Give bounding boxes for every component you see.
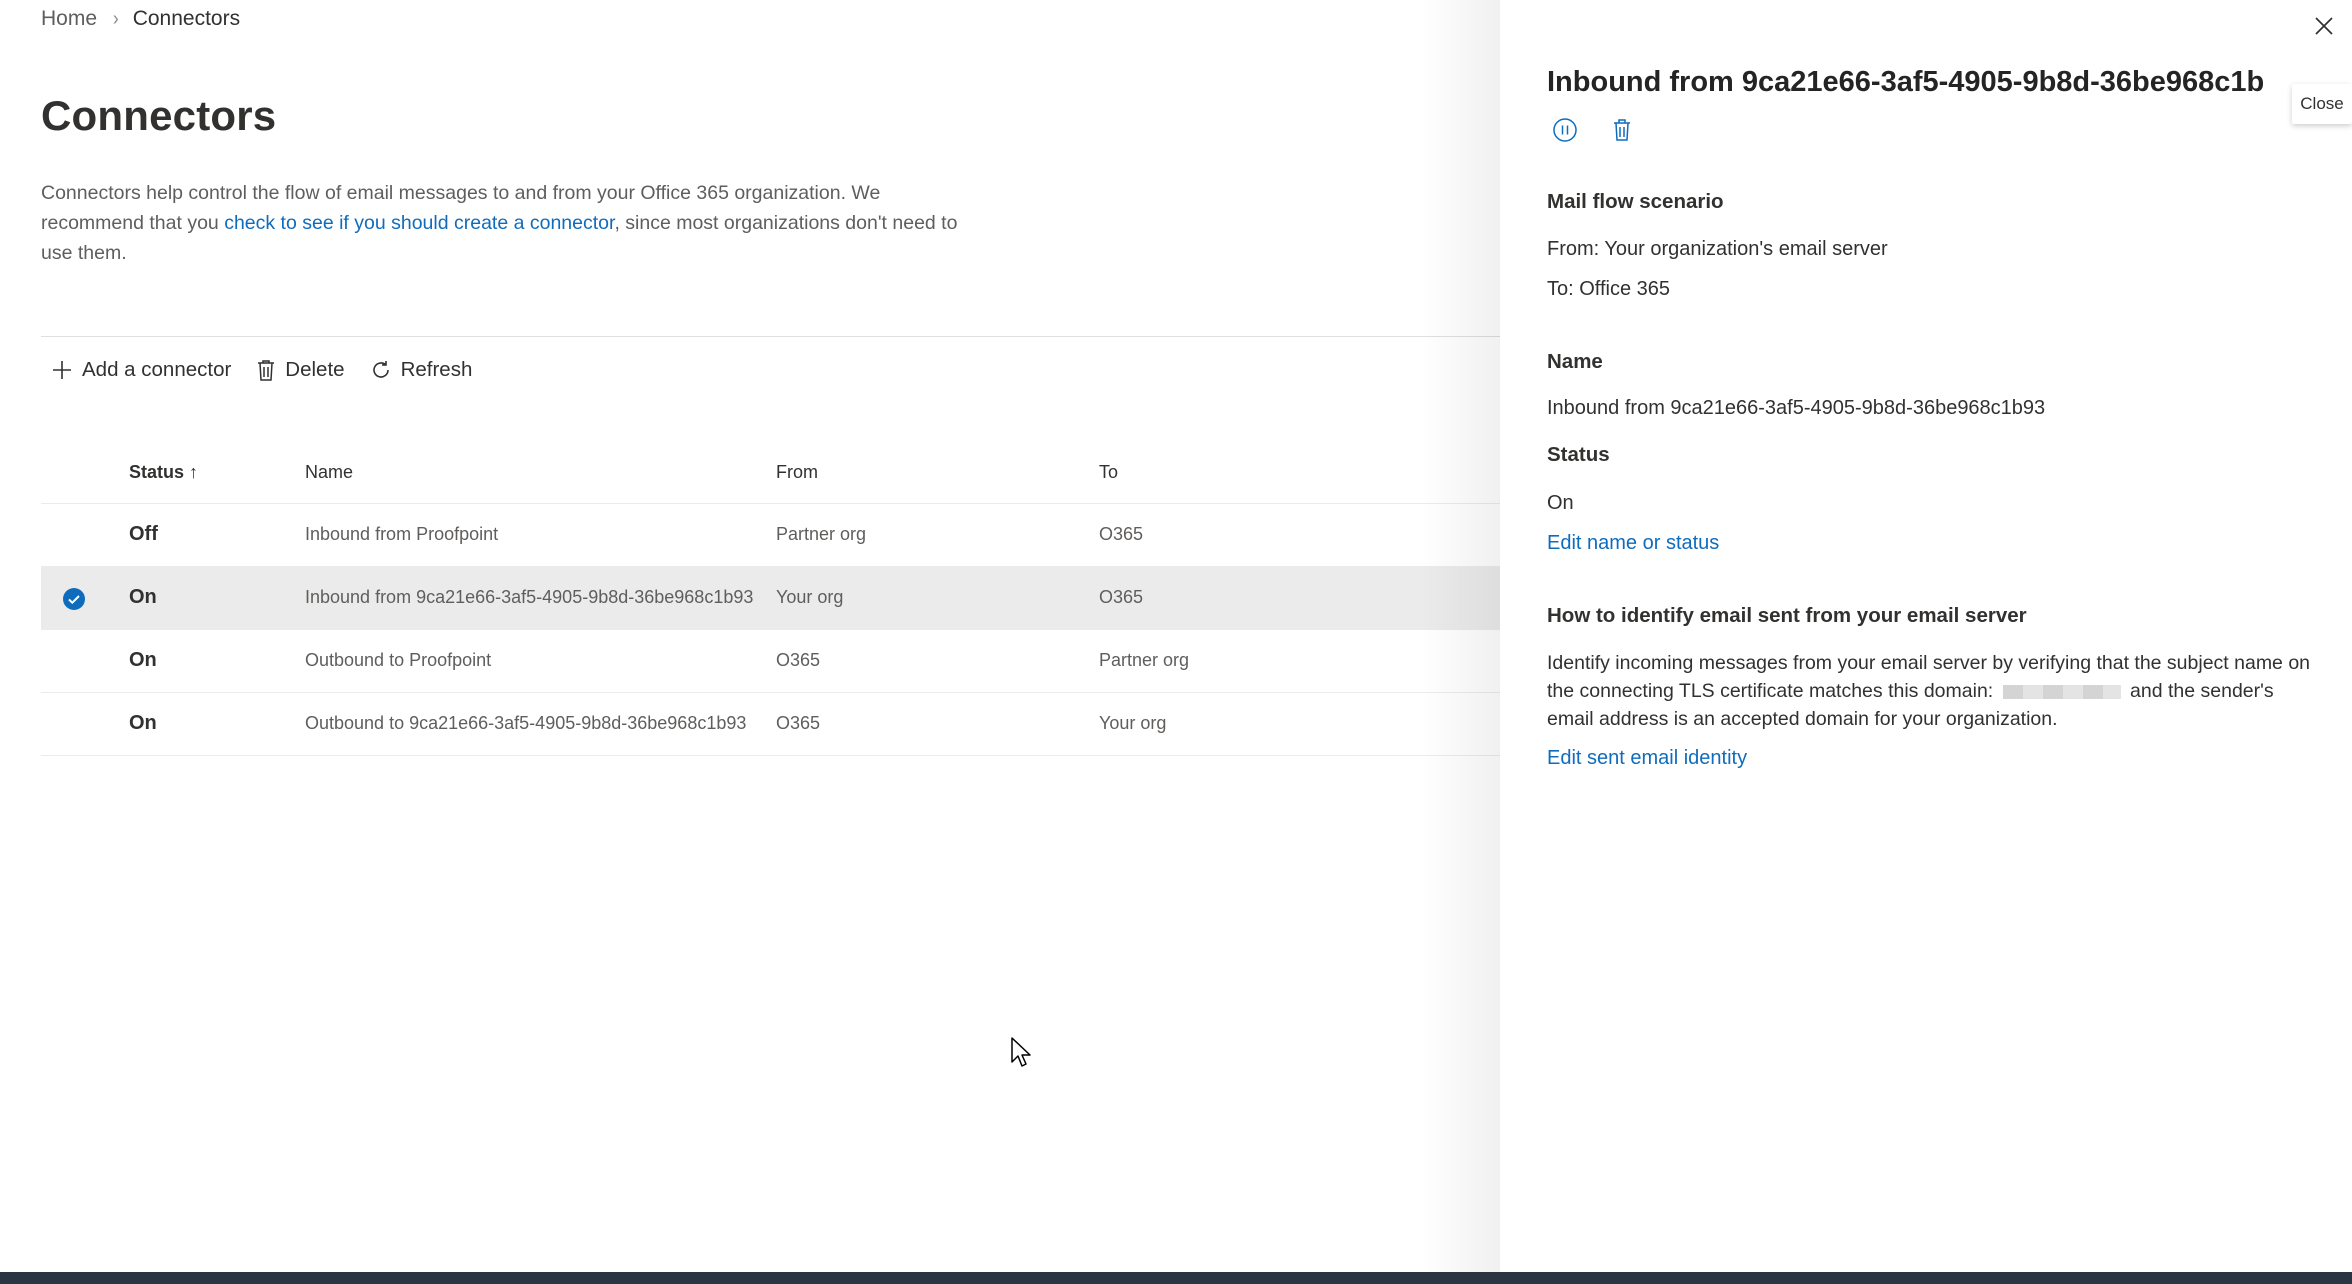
row-status: On <box>129 586 157 608</box>
divider <box>41 336 1501 337</box>
row-name: Outbound to Proofpoint <box>305 650 492 670</box>
edit-name-status-link[interactable]: Edit name or status <box>1547 532 1719 555</box>
add-connector-label: Add a connector <box>82 358 232 381</box>
delete-button[interactable]: Delete <box>255 358 345 382</box>
column-header-to[interactable]: To <box>1099 462 1118 483</box>
mail-flow-heading: Mail flow scenario <box>1547 190 1724 213</box>
row-from: O365 <box>776 650 821 670</box>
table-header: Status ↑ Name From To <box>41 450 1501 504</box>
edit-sent-email-identity-link[interactable]: Edit sent email identity <box>1547 747 1747 770</box>
row-status: On <box>129 712 157 734</box>
mail-flow-from: From: Your organization's email server <box>1547 238 1888 260</box>
create-connector-help-link[interactable]: check to see if you should create a conn… <box>224 212 614 234</box>
close-icon[interactable] <box>2312 14 2336 38</box>
add-connector-button[interactable]: Add a connector <box>50 358 231 382</box>
row-to: O365 <box>1099 587 1144 607</box>
column-header-from[interactable]: From <box>776 462 818 483</box>
panel-actions <box>1550 115 1664 145</box>
status-value: On <box>1547 492 1574 514</box>
identify-heading: How to identify email sent from your ema… <box>1547 604 2027 627</box>
table-row[interactable]: On Outbound to 9ca21e66-3af5-4905-9b8d-3… <box>41 693 1501 756</box>
breadcrumb-separator: › <box>113 7 119 30</box>
redacted-domain <box>2002 684 2121 699</box>
row-to: Partner org <box>1099 650 1190 670</box>
checkmark-circle-icon[interactable] <box>62 587 86 611</box>
row-name: Outbound to 9ca21e66-3af5-4905-9b8d-36be… <box>305 713 747 733</box>
refresh-button[interactable]: Refresh <box>369 358 473 382</box>
panel-title: Inbound from 9ca21e66-3af5-4905-9b8d-36b… <box>1547 66 2265 98</box>
row-from: Your org <box>776 587 844 607</box>
table-row-selected[interactable]: On Inbound from 9ca21e66-3af5-4905-9b8d-… <box>41 567 1501 630</box>
row-name: Inbound from Proofpoint <box>305 524 499 544</box>
command-bar: Add a connector Delete Refresh <box>50 352 496 388</box>
trash-icon <box>1614 119 1630 141</box>
row-to: O365 <box>1099 524 1144 544</box>
table-row[interactable]: Off Inbound from Proofpoint Partner org … <box>41 504 1501 567</box>
refresh-label: Refresh <box>400 358 473 381</box>
plus-icon <box>53 361 71 379</box>
connector-details-panel: Close Inbound from 9ca21e66-3af5-4905-9b… <box>1500 0 2352 1272</box>
panel-shadow <box>1420 0 1500 1272</box>
delete-label: Delete <box>285 358 345 381</box>
row-status: On <box>129 649 157 671</box>
row-status: Off <box>129 523 158 545</box>
breadcrumb: Home › Connectors <box>41 7 240 31</box>
sort-ascending-icon: ↑ <box>189 462 199 482</box>
delete-connector-button[interactable] <box>1607 115 1637 145</box>
table-row[interactable]: On Outbound to Proofpoint O365 Partner o… <box>41 630 1501 693</box>
disable-connector-button[interactable] <box>1550 115 1580 145</box>
page-description: Connectors help control the flow of emai… <box>41 178 981 268</box>
breadcrumb-current: Connectors <box>132 7 241 30</box>
row-from: O365 <box>776 713 821 733</box>
status-header-label: Status <box>129 462 185 482</box>
row-to: Your org <box>1099 713 1167 733</box>
pause-circle-icon <box>1553 118 1577 142</box>
column-header-status[interactable]: Status ↑ <box>129 462 198 483</box>
taskbar-edge <box>0 1272 2352 1284</box>
status-heading: Status <box>1547 443 1610 466</box>
row-from: Partner org <box>776 524 867 544</box>
close-tooltip: Close <box>2292 84 2352 124</box>
connectors-table: Status ↑ Name From To Off Inbound from P… <box>41 450 1501 756</box>
row-name: Inbound from 9ca21e66-3af5-4905-9b8d-36b… <box>305 587 754 607</box>
refresh-icon <box>372 361 389 378</box>
page-title: Connectors <box>41 92 277 139</box>
connectors-page: Home › Connectors Connectors Connectors … <box>0 0 1501 1272</box>
trash-icon <box>258 360 275 381</box>
identify-description: Identify incoming messages from your ema… <box>1547 649 2322 733</box>
breadcrumb-home[interactable]: Home <box>41 7 97 31</box>
column-header-name[interactable]: Name <box>305 462 353 483</box>
name-heading: Name <box>1547 350 1603 373</box>
mouse-pointer-icon <box>1011 1037 1031 1067</box>
name-value: Inbound from 9ca21e66-3af5-4905-9b8d-36b… <box>1547 397 2046 419</box>
mail-flow-to: To: Office 365 <box>1547 278 1671 300</box>
